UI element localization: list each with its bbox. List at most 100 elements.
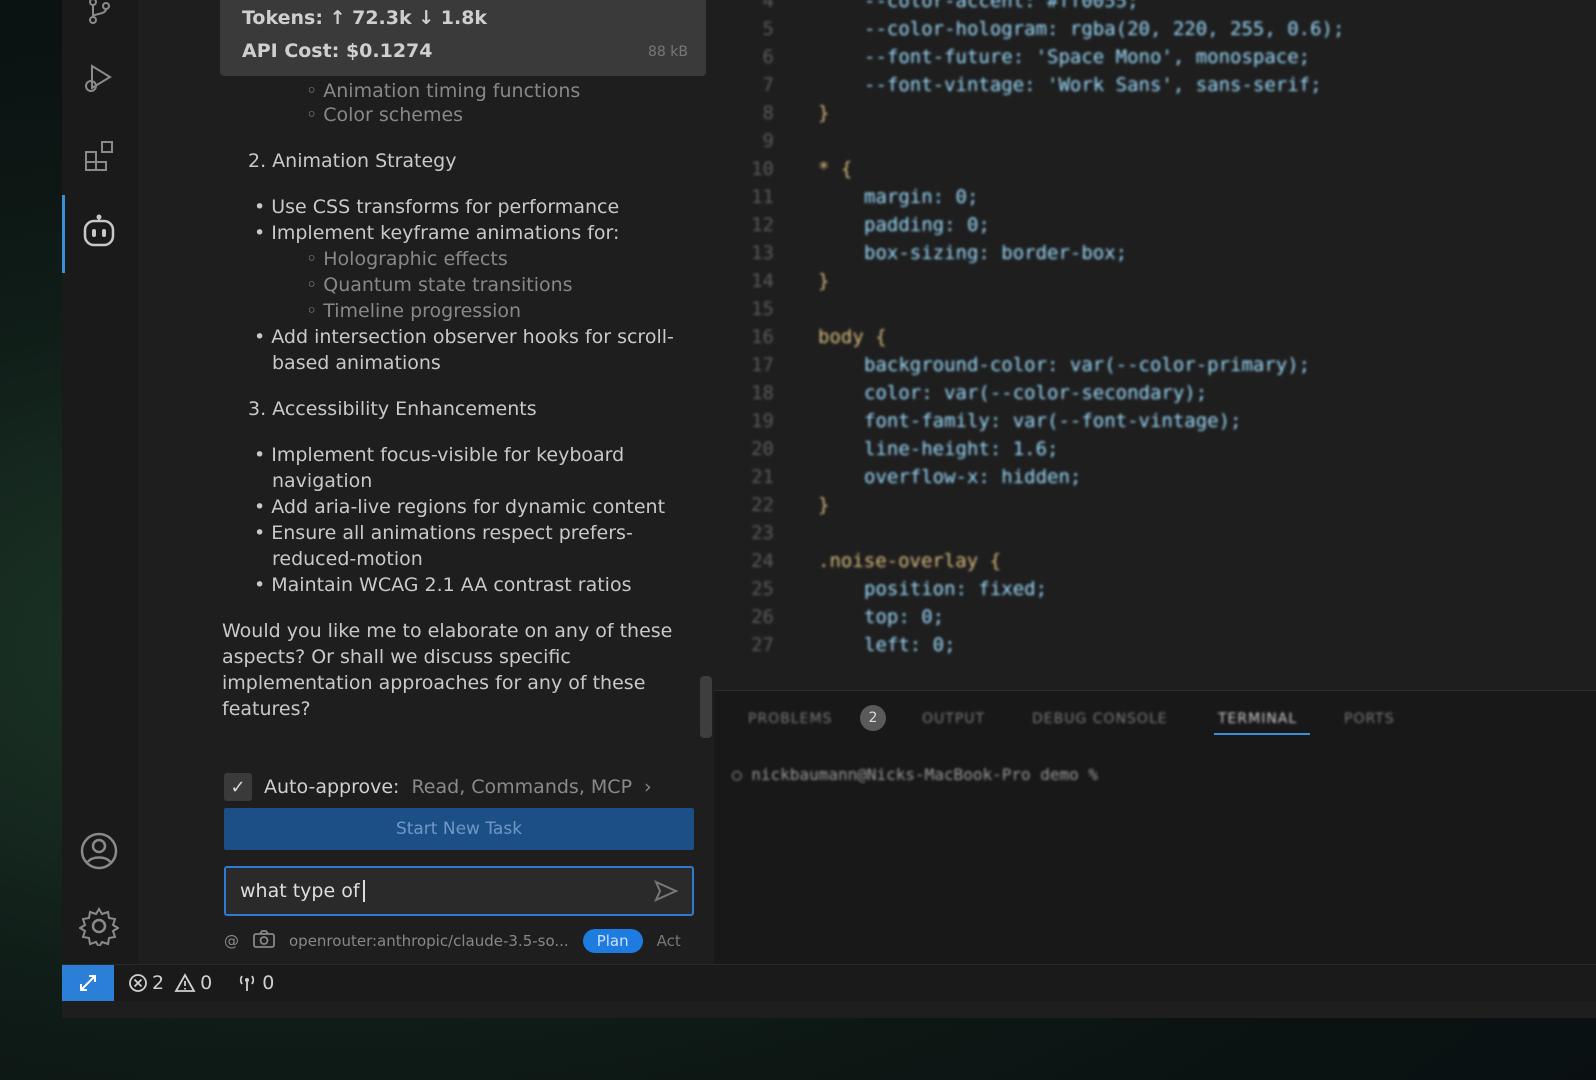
code-line: padding: 0; [864,214,990,236]
sub-bullet: ◦ Color schemes [306,104,464,126]
line-number: 18 [751,382,774,404]
code-line: --color-accent: #ff0055; [864,0,1139,12]
line-number: 17 [751,354,774,376]
bullet: • Implement focus-visible for keyboard [254,444,625,466]
ports-count: 0 [262,972,275,994]
tab-output[interactable]: OUTPUT [922,711,985,727]
problems-count-badge: 2 [860,705,886,731]
act-toggle[interactable]: Act [657,932,681,950]
bullet-continuation: navigation [272,470,373,492]
question-line: implementation approaches for any of the… [222,672,646,694]
auto-approve-label: Auto-approve: [264,776,400,798]
camera-icon[interactable] [253,930,275,952]
extensions-icon[interactable] [76,132,122,178]
task-stats-popup: Tokens: ↑ 72.3k ↓ 1.8k API Cost: $0.1274… [220,0,706,76]
bullet: • Ensure all animations respect prefers- [254,522,633,544]
tab-terminal[interactable]: TERMINAL [1218,711,1297,727]
model-selector[interactable]: openrouter:anthropic/claude-3.5-so... [289,932,569,950]
ports-status[interactable]: 0 [236,972,274,994]
line-number: 13 [751,242,774,264]
line-number: 4 [762,0,774,12]
line-number: 21 [751,466,774,488]
code-line: margin: 0; [864,186,979,208]
question-line: aspects? Or shall we discuss specific [222,646,571,668]
line-number: 11 [751,186,774,208]
remote-indicator-icon[interactable] [62,965,114,1001]
bullet-continuation: reduced-motion [272,548,423,570]
line-number: 6 [762,46,774,68]
code-line: overflow-x: hidden; [864,466,1082,488]
line-number: 9 [762,130,774,152]
line-number: 7 [762,74,774,96]
bullet: • Maintain WCAG 2.1 AA contrast ratios [254,574,632,596]
line-number: 14 [751,270,774,292]
active-tab-underline [1214,733,1310,735]
code-line: background-color: var(--color-primary); [864,354,1311,376]
tokens-row: Tokens: ↑ 72.3k ↓ 1.8k [242,7,488,29]
warning-icon [174,973,196,992]
auto-approve-checkbox[interactable]: ✓ [224,773,252,801]
code-line: } [818,102,830,124]
chat-input-text: what type of [240,880,360,902]
line-number: 25 [751,578,774,600]
code-line: --font-vintage: 'Work Sans', sans-serif; [864,74,1322,96]
code-line: --color-hologram: rgba(20, 220, 255, 0.6… [864,18,1345,40]
line-number: 20 [751,438,774,460]
code-line: left: 0; [864,634,956,656]
auto-approve-row[interactable]: ✓ Auto-approve: Read, Commands, MCP › [224,770,652,804]
tab-problems[interactable]: PROBLEMS [748,711,832,727]
sub-bullet: ◦ Holographic effects [306,248,508,270]
bullet: • Add aria-live regions for dynamic cont… [254,496,666,518]
errors-count: 2 [152,972,165,994]
status-bar: 2 0 0 [62,964,1596,1001]
sub-bullet: ◦ Quantum state transitions [306,274,573,296]
source-control-icon[interactable] [76,0,122,34]
active-view-marker [62,195,65,273]
warnings-count: 0 [200,972,213,994]
context-size: 88 kB [648,44,688,60]
bullet: • Add intersection observer hooks for sc… [254,326,674,348]
code-line: } [818,270,830,292]
chat-input[interactable]: what type of [224,866,694,916]
errors-status[interactable]: 2 0 [128,972,212,994]
line-number: 24 [751,550,774,572]
bullet: • Use CSS transforms for performance [254,196,620,218]
code-line: line-height: 1.6; [864,438,1059,460]
code-line: position: fixed; [864,578,1048,600]
line-number: 16 [751,326,774,348]
line-number: 12 [751,214,774,236]
code-editor[interactable]: 4 --color-accent: #ff0055; 5 --color-hologr… [714,0,1596,690]
chevron-right-icon[interactable]: › [644,776,652,798]
line-number: 8 [762,102,774,124]
plan-toggle[interactable]: Plan [582,929,643,953]
account-icon[interactable] [76,828,122,874]
bullet: • Implement keyframe animations for: [254,222,620,244]
code-line: top: 0; [864,606,945,628]
question-line: Would you like me to elaborate on any of… [222,620,673,642]
vscode-window: ◦ Animation timing functions ◦ Color sch… [62,0,1596,1018]
terminal-prompt[interactable]: ○ nickbaumann@Nicks-MacBook-Pro demo % [732,765,1098,784]
mention-at-icon[interactable]: @ [224,932,239,950]
run-debug-icon[interactable] [76,54,122,100]
activity-bar [62,0,138,982]
tab-ports[interactable]: PORTS [1344,711,1395,727]
settings-gear-icon[interactable] [76,903,122,949]
panel-resize-handle[interactable] [700,676,712,738]
bottom-panel: PROBLEMS 2 OUTPUT DEBUG CONSOLE TERMINAL… [714,690,1596,983]
code-line: } [818,494,830,516]
text-caret [362,880,365,902]
code-line: font-family: var(--font-vintage); [864,410,1242,432]
error-icon [129,974,147,992]
send-icon[interactable] [654,880,679,907]
question-line: features? [222,698,311,720]
tab-debug-console[interactable]: DEBUG CONSOLE [1032,711,1168,727]
start-new-task-button[interactable]: Start New Task [224,808,694,850]
cline-robot-icon[interactable] [76,208,122,254]
broadcast-icon [240,975,255,991]
section-heading: 3. Accessibility Enhancements [248,398,537,420]
line-number: 5 [762,18,774,40]
section-heading: 2. Animation Strategy [248,150,457,172]
line-number: 26 [751,606,774,628]
line-number: 10 [751,158,774,180]
line-number: 27 [751,634,774,656]
